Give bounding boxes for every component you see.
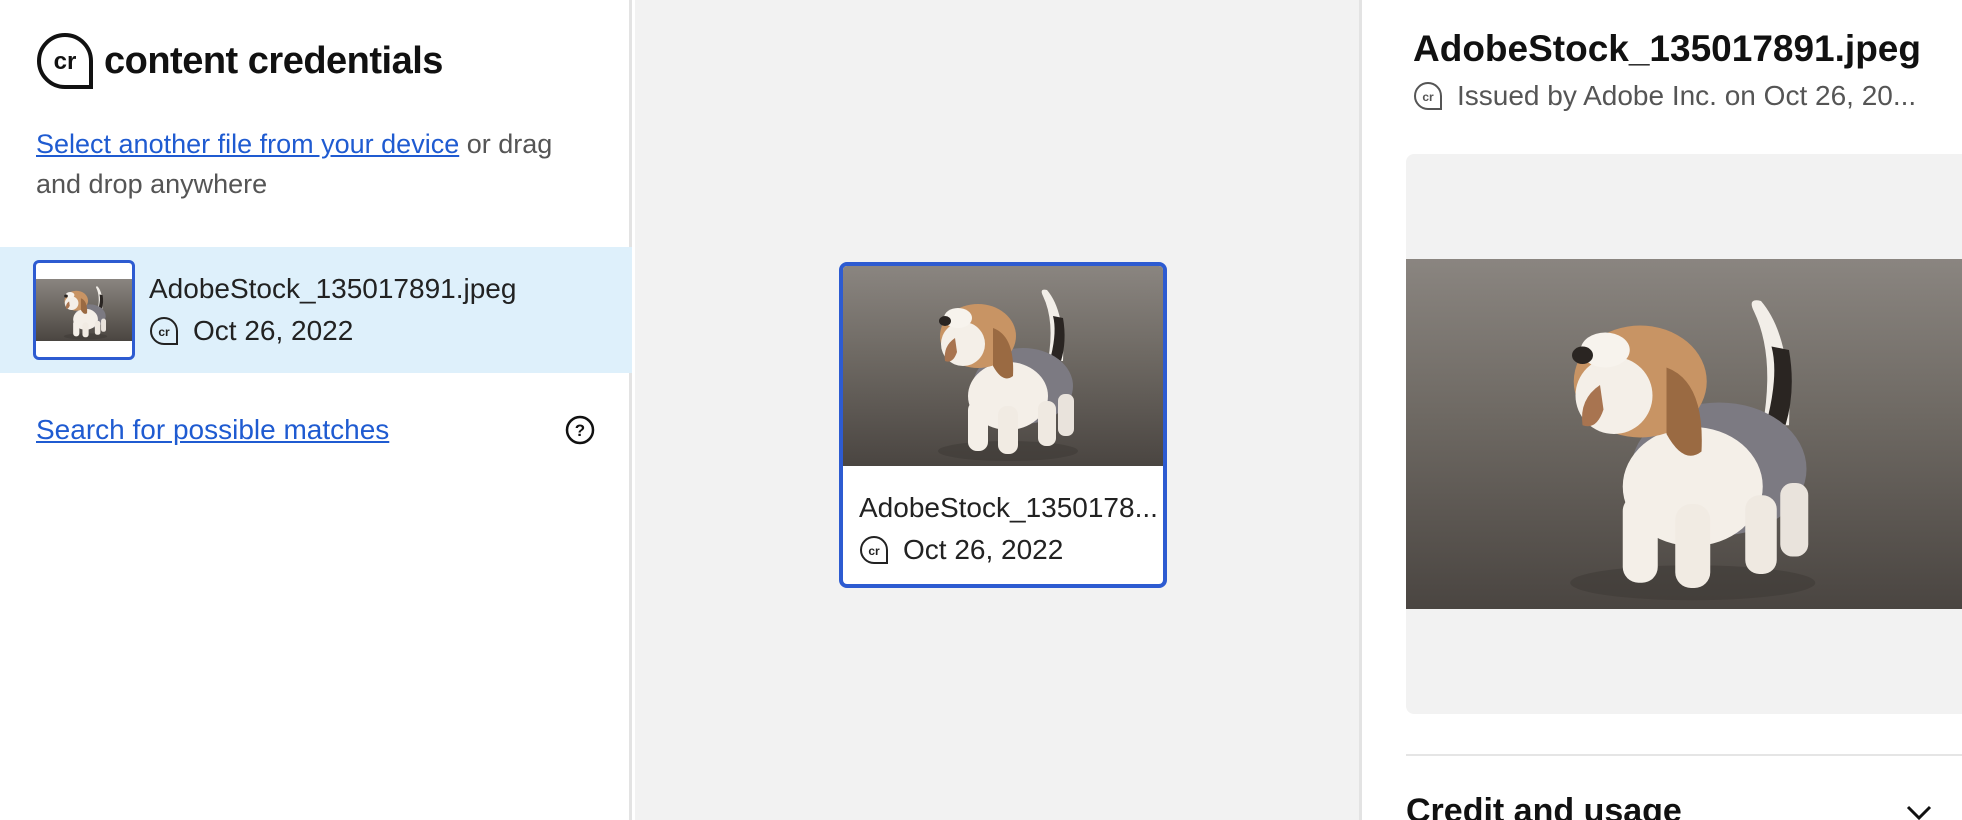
asset-card-date-row: cr Oct 26, 2022: [859, 534, 1163, 566]
brand: cr content credentials: [36, 32, 443, 90]
search-matches-row: Search for possible matches ?: [36, 414, 596, 446]
file-info: AdobeStock_135017891.jpeg cr Oct 26, 202…: [149, 273, 516, 347]
upload-instructions: Select another file from your device or …: [36, 124, 596, 204]
sidebar: cr content credentials Select another fi…: [0, 0, 632, 820]
svg-text:?: ?: [575, 421, 585, 440]
asset-card-date: Oct 26, 2022: [903, 534, 1064, 565]
search-matches-link[interactable]: Search for possible matches: [36, 414, 389, 446]
svg-text:cr: cr: [54, 48, 77, 75]
file-date-row: cr Oct 26, 2022: [149, 315, 516, 347]
cr-badge-icon: cr: [150, 316, 178, 345]
file-list-item-selected[interactable]: AdobeStock_135017891.jpeg cr Oct 26, 202…: [0, 247, 632, 373]
cr-badge-icon: cr: [1414, 81, 1442, 110]
chevron-down-icon[interactable]: [1905, 804, 1933, 820]
preview-image: [1406, 259, 1962, 609]
issued-by-text: Issued by Adobe Inc. on Oct 26, 20...: [1457, 80, 1917, 111]
cr-logo-icon: cr: [37, 32, 93, 89]
canvas-area: AdobeStock_1350178... cr Oct 26, 2022: [635, 0, 1362, 820]
image-preview: [1406, 154, 1962, 714]
issued-by-row: cr Issued by Adobe Inc. on Oct 26, 20...: [1413, 80, 1923, 112]
cr-badge-icon: cr: [860, 535, 888, 564]
asset-card-name: AdobeStock_1350178...: [859, 492, 1158, 523]
svg-text:cr: cr: [158, 325, 170, 339]
asset-card[interactable]: AdobeStock_1350178... cr Oct 26, 2022: [839, 262, 1167, 588]
asset-card-image: [843, 266, 1163, 466]
section-divider: [1406, 754, 1962, 756]
detail-title: AdobeStock_135017891.jpeg: [1413, 28, 1921, 69]
file-thumbnail: [33, 260, 135, 360]
file-date: Oct 26, 2022: [193, 315, 354, 346]
file-name: AdobeStock_135017891.jpeg: [149, 273, 517, 304]
help-circle-icon[interactable]: ?: [564, 414, 596, 446]
credit-usage-heading[interactable]: Credit and usage: [1406, 792, 1682, 820]
svg-text:cr: cr: [868, 544, 880, 558]
brand-name: content credentials: [104, 39, 443, 82]
select-file-link[interactable]: Select another file from your device: [36, 129, 459, 159]
detail-panel: AdobeStock_135017891.jpeg cr Issued by A…: [1365, 0, 1962, 820]
svg-text:cr: cr: [1422, 90, 1434, 104]
